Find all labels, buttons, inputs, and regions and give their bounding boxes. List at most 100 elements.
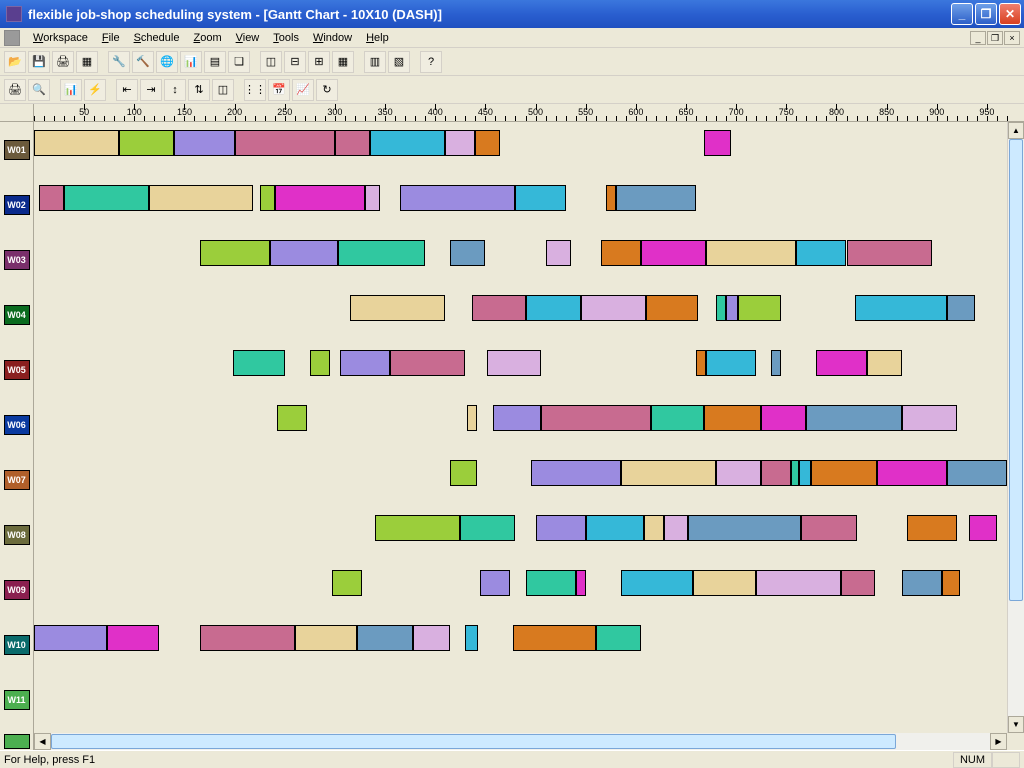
- gantt-bar[interactable]: [581, 295, 646, 321]
- gantt-bar[interactable]: [531, 460, 621, 486]
- gantt-bar[interactable]: [738, 295, 781, 321]
- help-icon[interactable]: ?: [420, 51, 442, 73]
- grid-icon[interactable]: ▦: [76, 51, 98, 73]
- gantt-bar[interactable]: [335, 130, 370, 156]
- gantt-bar[interactable]: [947, 460, 1007, 486]
- gantt-bar[interactable]: [515, 185, 565, 211]
- window-icon[interactable]: ❏: [228, 51, 250, 73]
- gantt-bar[interactable]: [621, 570, 693, 596]
- horizontal-scroll-thumb[interactable]: [51, 734, 896, 749]
- gantt-bar[interactable]: [375, 515, 460, 541]
- row-header-W02[interactable]: W02: [0, 177, 33, 232]
- gantt-bar[interactable]: [513, 625, 595, 651]
- gantt-bar[interactable]: [277, 405, 307, 431]
- gantt-bar[interactable]: [688, 515, 801, 541]
- gantt-bar[interactable]: [902, 405, 957, 431]
- gantt-bar[interactable]: [847, 240, 932, 266]
- gantt-bar[interactable]: [472, 295, 525, 321]
- gantt-bar[interactable]: [756, 570, 841, 596]
- gantt-bar[interactable]: [761, 460, 791, 486]
- save-icon[interactable]: 💾: [28, 51, 50, 73]
- mdi-restore-button[interactable]: ❐: [987, 31, 1003, 45]
- gantt-bar[interactable]: [365, 185, 380, 211]
- dots-icon[interactable]: ⋮⋮: [244, 79, 266, 101]
- gantt-bar[interactable]: [357, 625, 413, 651]
- gantt-bar[interactable]: [487, 350, 540, 376]
- gantt-bar[interactable]: [270, 240, 338, 266]
- align-icon-2[interactable]: ⇥: [140, 79, 162, 101]
- gantt-bar[interactable]: [310, 350, 330, 376]
- gantt-bar[interactable]: [149, 185, 252, 211]
- close-button[interactable]: ✕: [999, 3, 1021, 25]
- gantt-bar[interactable]: [480, 570, 510, 596]
- gantt-bar[interactable]: [796, 240, 846, 266]
- scroll-up-button[interactable]: ▲: [1008, 122, 1024, 139]
- menu-zoom[interactable]: Zoom: [186, 30, 228, 46]
- gantt-bar[interactable]: [716, 295, 726, 321]
- gantt-bar[interactable]: [664, 515, 688, 541]
- menu-window[interactable]: Window: [306, 30, 359, 46]
- gantt-bar[interactable]: [902, 570, 942, 596]
- gantt-bar[interactable]: [586, 515, 644, 541]
- lightning-icon[interactable]: ⚡: [84, 79, 106, 101]
- gantt-bar[interactable]: [107, 625, 159, 651]
- menu-tools[interactable]: Tools: [266, 30, 306, 46]
- gantt-bar[interactable]: [841, 570, 874, 596]
- gantt-bar[interactable]: [576, 570, 586, 596]
- gantt-bar[interactable]: [801, 515, 856, 541]
- layout-icon-5[interactable]: ▥: [364, 51, 386, 73]
- layout-icon-6[interactable]: ▧: [388, 51, 410, 73]
- print-icon[interactable]: 🖨: [52, 51, 74, 73]
- gantt-bar[interactable]: [200, 625, 295, 651]
- scroll-down-button[interactable]: ▼: [1008, 716, 1024, 733]
- gantt-bar[interactable]: [947, 295, 975, 321]
- gantt-bar[interactable]: [651, 405, 704, 431]
- menu-help[interactable]: Help: [359, 30, 396, 46]
- gantt-chart-body[interactable]: [34, 122, 1007, 733]
- gantt-bar[interactable]: [450, 460, 477, 486]
- gantt-bar[interactable]: [596, 625, 641, 651]
- gantt-bar[interactable]: [601, 240, 641, 266]
- gantt-bar[interactable]: [546, 240, 571, 266]
- gantt-bar[interactable]: [693, 570, 756, 596]
- gantt-bar[interactable]: [706, 350, 756, 376]
- refresh-icon[interactable]: ↻: [316, 79, 338, 101]
- chart2-icon[interactable]: 📈: [292, 79, 314, 101]
- gantt-bar[interactable]: [811, 460, 876, 486]
- menu-file[interactable]: File: [95, 30, 127, 46]
- row-header-W08[interactable]: W08: [0, 507, 33, 562]
- gantt-bar[interactable]: [460, 515, 515, 541]
- tool-icon-2[interactable]: 🔨: [132, 51, 154, 73]
- gantt-bar[interactable]: [761, 405, 806, 431]
- scroll-left-button[interactable]: ◀: [34, 733, 51, 750]
- gantt-bar[interactable]: [338, 240, 425, 266]
- chart-icon[interactable]: 📊: [180, 51, 202, 73]
- gantt-bar[interactable]: [233, 350, 285, 376]
- align-icon-5[interactable]: ◫: [212, 79, 234, 101]
- gantt-bar[interactable]: [450, 240, 485, 266]
- gantt-bar[interactable]: [771, 350, 781, 376]
- gantt-bar[interactable]: [34, 625, 107, 651]
- gantt-bar[interactable]: [541, 405, 651, 431]
- gantt-bar[interactable]: [616, 185, 696, 211]
- print2-icon[interactable]: 🖨: [4, 79, 26, 101]
- gantt-bar[interactable]: [644, 515, 664, 541]
- gantt-bar[interactable]: [475, 130, 500, 156]
- gantt-bar[interactable]: [467, 405, 477, 431]
- gantt-bar[interactable]: [799, 460, 811, 486]
- gantt-bar[interactable]: [260, 185, 275, 211]
- gantt-bar[interactable]: [726, 295, 738, 321]
- open-icon[interactable]: 📂: [4, 51, 26, 73]
- gantt-bar[interactable]: [606, 185, 616, 211]
- gantt-bar[interactable]: [816, 350, 866, 376]
- vertical-scroll-thumb[interactable]: [1009, 139, 1023, 601]
- gantt-bar[interactable]: [390, 350, 465, 376]
- menu-schedule[interactable]: Schedule: [127, 30, 187, 46]
- gantt-bar[interactable]: [119, 130, 174, 156]
- row-header-W06[interactable]: W06: [0, 397, 33, 452]
- gantt-bar[interactable]: [877, 460, 947, 486]
- align-icon-1[interactable]: ⇤: [116, 79, 138, 101]
- gantt-bar[interactable]: [969, 515, 997, 541]
- gantt-bar[interactable]: [275, 185, 365, 211]
- gantt-bar[interactable]: [64, 185, 149, 211]
